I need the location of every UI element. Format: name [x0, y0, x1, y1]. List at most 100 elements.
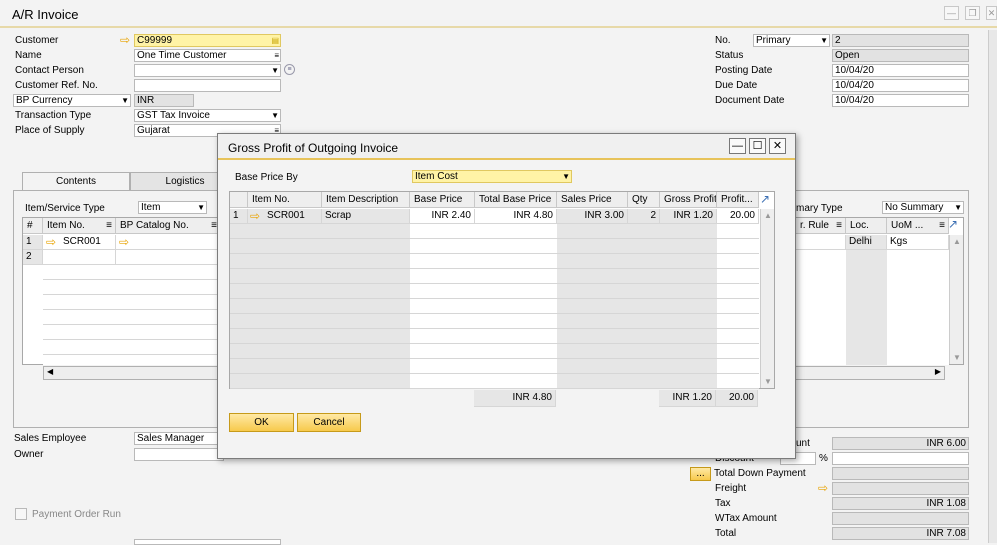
total-down-payment-label: Total Down Payment — [714, 468, 806, 479]
profit-pct-cell[interactable]: 20.00 — [717, 209, 759, 224]
window-scrollbar[interactable] — [988, 30, 997, 543]
chevron-down-icon[interactable]: ▼ — [271, 110, 279, 121]
restore-icon[interactable]: ❐ — [965, 6, 980, 20]
chevron-down-icon[interactable]: ▼ — [121, 95, 129, 106]
chevron-down-icon[interactable]: ▼ — [197, 202, 205, 213]
column-header-base-price[interactable]: Base Price — [410, 192, 475, 208]
close-icon[interactable]: ✕ — [986, 6, 997, 20]
link-arrow-icon[interactable]: ⇨ — [119, 236, 129, 248]
maximize-icon[interactable]: ☐ — [749, 138, 766, 154]
column-header-loc[interactable]: Loc. — [846, 218, 887, 234]
discount-amount-field[interactable] — [832, 452, 969, 465]
bp-catalog-cell[interactable] — [116, 235, 221, 250]
tax-rule-cell[interactable] — [796, 235, 846, 250]
customer-ref-label: Customer Ref. No. — [15, 80, 98, 91]
column-header-tax-rule[interactable]: r. Rule ≡ — [796, 218, 846, 234]
minimize-icon[interactable]: — — [944, 6, 959, 20]
vertical-scrollbar[interactable]: ▲ ▼ — [949, 235, 963, 364]
horizontal-scrollbar[interactable]: ◀ — [43, 366, 223, 380]
row-number[interactable]: 2 — [23, 250, 43, 265]
document-date-field[interactable]: 10/04/20 — [832, 94, 969, 107]
customer-ref-field[interactable] — [134, 79, 281, 92]
link-arrow-icon[interactable]: ⇨ — [250, 210, 260, 222]
owner-field[interactable] — [134, 448, 224, 461]
due-date-field[interactable]: 10/04/20 — [832, 79, 969, 92]
vertical-scrollbar[interactable]: ▲ ▼ — [760, 209, 774, 388]
list-icon[interactable]: ≡ — [274, 50, 279, 61]
transaction-type-select[interactable]: GST Tax Invoice ▼ — [134, 109, 281, 122]
name-label: Name — [15, 50, 42, 61]
qty-cell[interactable]: 2 — [628, 209, 660, 224]
minimize-icon[interactable]: — — [729, 138, 746, 154]
column-header-gross-profit[interactable]: Gross Profit — [660, 192, 717, 208]
base-price-by-select[interactable]: Item Cost ▼ — [412, 170, 572, 183]
ok-button[interactable]: OK — [229, 413, 294, 432]
wtax-amount-field — [832, 512, 969, 525]
column-header-total-base-price[interactable]: Total Base Price — [475, 192, 557, 208]
column-header-item-no[interactable]: Item No. — [248, 192, 322, 208]
column-header-profit-pct[interactable]: Profit... — [717, 192, 759, 208]
bp-currency-select[interactable]: BP Currency ▼ — [13, 94, 131, 107]
payment-order-run-label: Payment Order Run — [32, 509, 121, 520]
row-number[interactable]: 1 — [23, 235, 43, 250]
column-header-number[interactable] — [230, 192, 248, 208]
row-number[interactable]: 1 — [230, 209, 248, 224]
column-header-bp-catalog[interactable]: BP Catalog No. ≡ — [116, 218, 221, 234]
down-payment-button[interactable]: ... — [690, 467, 711, 481]
remarks-field[interactable] — [134, 539, 281, 545]
summary-type-select[interactable]: No Summary ▼ — [882, 201, 964, 214]
horizontal-scrollbar-right[interactable]: ▶ — [795, 366, 945, 380]
link-arrow-icon[interactable]: ⇨ — [818, 482, 828, 494]
payment-order-run-checkbox[interactable] — [15, 508, 27, 520]
gross-profit-cell[interactable]: INR 1.20 — [660, 209, 717, 224]
contact-person-select[interactable]: ▼ — [134, 64, 281, 77]
column-header-qty[interactable]: Qty — [628, 192, 660, 208]
expand-icon[interactable]: ↗ — [760, 192, 774, 208]
contents-grid: # Item No. ≡ BP Catalog No. ≡ 1 SCR001 ⇨ ⇨… — [22, 217, 222, 365]
cancel-button[interactable]: Cancel — [297, 413, 361, 432]
empty-rows — [796, 250, 949, 365]
chevron-down-icon[interactable]: ▼ — [820, 35, 828, 46]
bp-catalog-cell[interactable] — [116, 250, 221, 265]
total-label: Total — [715, 528, 737, 539]
posting-date-field[interactable]: 10/04/20 — [832, 64, 969, 77]
chevron-down-icon[interactable]: ▼ — [954, 202, 962, 213]
chevron-down-icon[interactable]: ▼ — [562, 171, 570, 182]
transaction-type-label: Transaction Type — [15, 110, 92, 121]
column-header-item-description[interactable]: Item Description — [322, 192, 410, 208]
item-description-cell[interactable]: Scrap — [322, 209, 410, 224]
contents-grid-right: r. Rule ≡ Loc. UoM ... ≡ Delhi Kgs ▲ ▼ — [795, 217, 964, 365]
bp-currency-field: INR — [134, 94, 194, 107]
base-price-by-label: Base Price By — [235, 172, 298, 183]
base-price-cell[interactable]: INR 2.40 — [410, 209, 475, 224]
column-header-item-no[interactable]: Item No. ≡ — [43, 218, 116, 234]
uom-cell[interactable]: Kgs — [887, 235, 949, 250]
name-field[interactable]: One Time Customer ≡ — [134, 49, 281, 62]
profit-pct-sum: 20.00 — [716, 390, 758, 407]
column-header-sales-price[interactable]: Sales Price — [557, 192, 628, 208]
total-base-price-cell[interactable]: INR 4.80 — [475, 209, 557, 224]
item-no-cell[interactable] — [43, 250, 116, 265]
close-icon[interactable]: ✕ — [769, 138, 786, 154]
item-service-type-select[interactable]: Item ▼ — [138, 201, 207, 214]
info-icon[interactable]: ≡ — [284, 64, 295, 75]
column-header-number[interactable]: # — [23, 218, 43, 234]
no-label: No. — [715, 35, 731, 46]
series-select[interactable]: Primary ▼ — [753, 34, 830, 47]
link-arrow-icon[interactable]: ⇨ — [46, 236, 56, 248]
total-before-discount-label: unt — [796, 438, 810, 449]
sales-employee-select[interactable]: Sales Manager — [134, 432, 224, 445]
customer-field[interactable]: C99999 ▤ — [134, 34, 281, 47]
posting-date-label: Posting Date — [715, 65, 773, 76]
sales-price-cell[interactable]: INR 3.00 — [557, 209, 628, 224]
chevron-down-icon[interactable]: ▼ — [271, 65, 279, 76]
loc-cell[interactable]: Delhi — [846, 235, 887, 250]
gross-profit-sum: INR 1.20 — [659, 390, 716, 407]
expand-icon[interactable]: ↗ — [948, 217, 962, 231]
customer-label: Customer — [15, 35, 59, 46]
gross-profit-grid: Item No. Item Description Base Price Tot… — [229, 191, 775, 389]
column-header-uom[interactable]: UoM ... ≡ — [887, 218, 949, 234]
choose-from-list-icon[interactable]: ▤ — [271, 35, 279, 46]
tab-contents[interactable]: Contents — [22, 172, 130, 190]
link-arrow-icon[interactable]: ⇨ — [120, 34, 130, 46]
